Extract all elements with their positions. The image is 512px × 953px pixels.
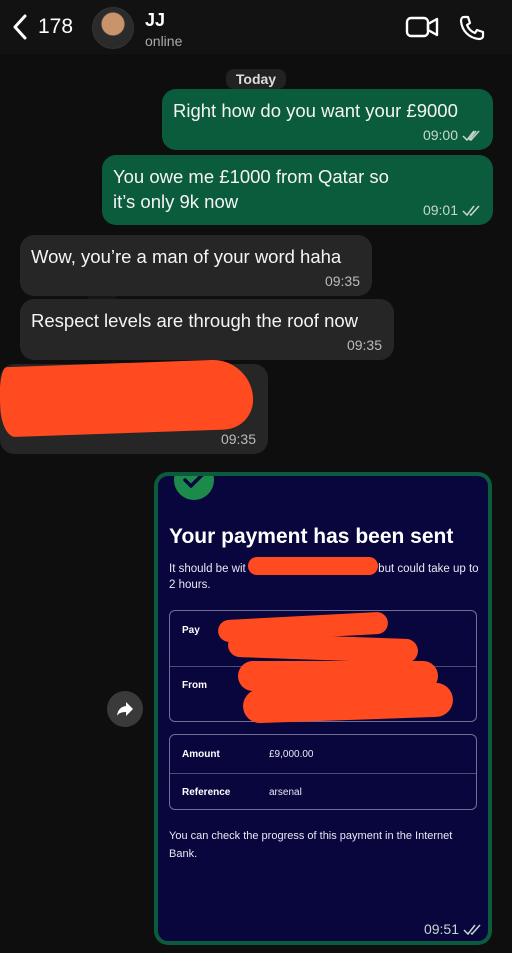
message-meta: 09:01: [423, 202, 481, 218]
double-check-icon: [462, 205, 480, 216]
redaction-scribble: [248, 557, 378, 575]
message-meta: 09:35: [325, 273, 360, 289]
outgoing-message[interactable]: You owe me £1000 from Qatar so it’s only…: [102, 155, 493, 225]
message-time: 09:35: [324, 273, 360, 289]
avatar[interactable]: [92, 7, 134, 49]
forward-button[interactable]: [107, 691, 143, 727]
message-text: Wow, you’re a man of your word haha: [31, 246, 342, 267]
pay-label: Pay: [182, 625, 200, 636]
amount-value: £9,000.00: [269, 749, 314, 760]
message-time: 09:35: [220, 431, 256, 447]
reference-label: Reference: [182, 787, 231, 798]
payment-confirmation-image[interactable]: Your payment has been sent It should be …: [158, 476, 488, 941]
forward-arrow-icon: [117, 702, 133, 716]
chat-header: 178 JJ online: [0, 0, 512, 54]
video-call-icon[interactable]: [405, 14, 439, 40]
from-label: From: [182, 680, 207, 691]
message-text: You owe me £1000 from Qatar so it’s only…: [113, 166, 389, 212]
back-button[interactable]: 178: [12, 14, 73, 40]
success-check-icon: [174, 476, 214, 500]
message-time: 09:00: [422, 127, 458, 143]
redaction-scribble: [0, 358, 255, 438]
message-meta: 09:35: [221, 431, 256, 447]
message-meta: 09:51: [424, 921, 482, 937]
message-text: Respect levels are through the roof now: [31, 310, 359, 331]
message-time: 09:51: [423, 921, 459, 937]
incoming-message[interactable]: Wow, you’re a man of your word haha 09:3…: [20, 235, 372, 296]
outgoing-image-message[interactable]: Your payment has been sent It should be …: [154, 472, 492, 945]
contact-status: online: [145, 33, 183, 49]
amount-label: Amount: [182, 749, 220, 760]
message-time: 09:01: [422, 202, 458, 218]
incoming-message[interactable]: Respect levels are through the roof now …: [20, 299, 394, 360]
contact-info[interactable]: JJ online: [145, 10, 182, 49]
message-text: Right how do you want your £9000: [173, 100, 458, 121]
outgoing-message[interactable]: Right how do you want your £9000 09:00: [162, 89, 493, 150]
payment-title: Your payment has been sent: [169, 525, 454, 548]
message-meta: 09:35: [347, 337, 382, 353]
message-time: 09:35: [346, 337, 382, 353]
payment-details-panel: Amount £9,000.00 Reference arsenal: [169, 734, 477, 810]
contact-name: JJ: [145, 10, 166, 30]
double-check-icon: [463, 924, 481, 935]
double-check-icon: [462, 130, 480, 141]
message-meta: 09:00: [423, 127, 481, 143]
unread-count: 178: [38, 15, 74, 38]
chevron-left-icon: [13, 14, 27, 40]
reference-value: arsenal: [269, 787, 302, 798]
payment-footer-text: You can check the progress of this payme…: [169, 830, 453, 860]
day-separator: Today: [226, 69, 286, 89]
payment-subtitle-start: It should be wit: [169, 563, 246, 575]
phone-call-icon[interactable]: [458, 14, 486, 42]
